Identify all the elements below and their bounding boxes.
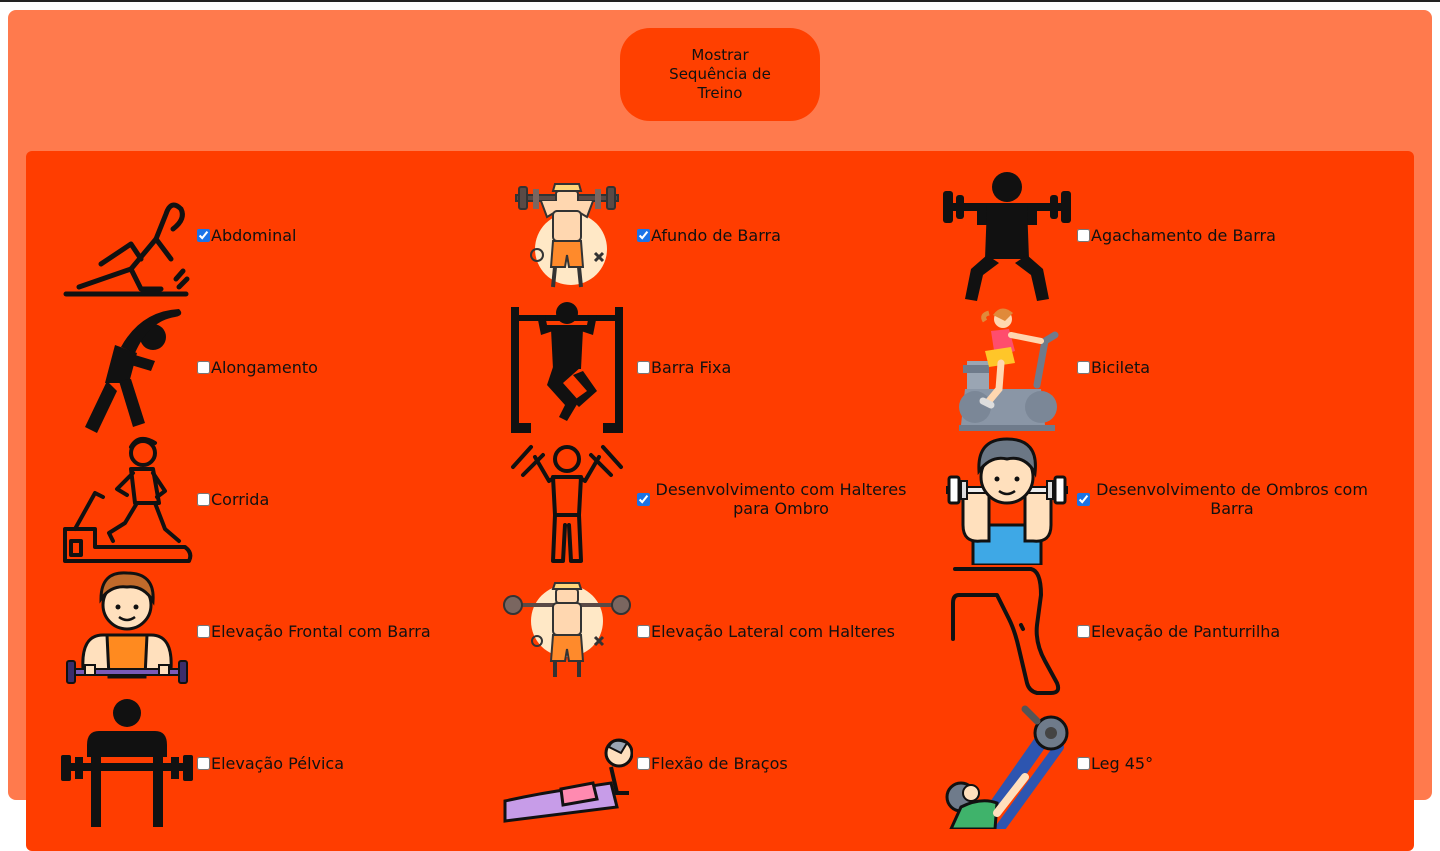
- exercise-item: Elevação Frontal com Barra: [61, 565, 431, 697]
- exercise-item: Afundo de Barra: [501, 169, 781, 301]
- exercise-checkbox[interactable]: [1077, 624, 1090, 638]
- exercise-grid: Abdominal Afundo de Barra Agachamento de…: [26, 151, 1414, 851]
- exercise-checkbox[interactable]: [637, 624, 650, 638]
- top-border: [0, 0, 1440, 2]
- barbell-lunge-icon: [501, 169, 633, 301]
- exercise-label[interactable]: Agachamento de Barra: [1091, 226, 1276, 245]
- exercise-checkbox[interactable]: [637, 228, 650, 242]
- exercise-checkbox[interactable]: [1077, 228, 1090, 242]
- exercise-checkbox[interactable]: [1077, 492, 1090, 506]
- treadmill-icon: [61, 433, 193, 565]
- front-raise-icon: [61, 565, 193, 697]
- exercise-checkbox[interactable]: [197, 360, 210, 374]
- leg-press-icon: [941, 697, 1073, 829]
- exercise-checkbox[interactable]: [1077, 360, 1090, 374]
- exercise-item: Agachamento de Barra: [941, 169, 1276, 301]
- exercise-item: Abdominal: [61, 169, 296, 301]
- exercise-checkbox[interactable]: [637, 756, 650, 770]
- exercise-checkbox[interactable]: [637, 360, 650, 374]
- exercise-label[interactable]: Elevação Pélvica: [211, 754, 344, 773]
- show-workout-sequence-button[interactable]: Mostrar Sequência de Treino: [620, 28, 820, 121]
- push-up-icon: [501, 697, 633, 829]
- exercise-checkbox[interactable]: [197, 228, 210, 242]
- exercise-label[interactable]: Afundo de Barra: [651, 226, 781, 245]
- exercise-item: Elevação Lateral com Halteres: [501, 565, 895, 697]
- lateral-raise-icon: [501, 565, 633, 697]
- exercise-item: Corrida: [61, 433, 269, 565]
- exercise-label[interactable]: Barra Fixa: [651, 358, 731, 377]
- page-container: Mostrar Sequência de Treino Abdominal Af…: [8, 10, 1432, 851]
- exercise-label[interactable]: Abdominal: [211, 226, 296, 245]
- exercise-item: Elevação de Panturrilha: [941, 565, 1280, 697]
- exercise-item: Barra Fixa: [501, 301, 731, 433]
- exercise-checkbox[interactable]: [1077, 756, 1090, 770]
- exercise-label[interactable]: Alongamento: [211, 358, 318, 377]
- exercise-item: Desenvolvimento com Halteres para Ombro: [501, 433, 911, 565]
- dumbbell-press-icon: [501, 433, 633, 565]
- exercise-item: Alongamento: [61, 301, 318, 433]
- exercise-bike-icon: [941, 301, 1073, 433]
- exercise-item: Desenvolvimento de Ombros com Barra: [941, 433, 1373, 565]
- exercise-label[interactable]: Elevação Frontal com Barra: [211, 622, 431, 641]
- exercise-label[interactable]: Flexão de Braços: [651, 754, 788, 773]
- barbell-squat-icon: [941, 169, 1073, 301]
- exercise-item: Leg 45°: [941, 697, 1153, 829]
- exercise-checkbox[interactable]: [637, 492, 650, 506]
- situp-icon: [61, 169, 193, 301]
- exercise-label[interactable]: Elevação Lateral com Halteres: [651, 622, 895, 641]
- pull-up-icon: [501, 301, 633, 433]
- exercise-label[interactable]: Leg 45°: [1091, 754, 1153, 773]
- exercise-item: Bicileta: [941, 301, 1150, 433]
- exercise-label[interactable]: Corrida: [211, 490, 269, 509]
- hip-thrust-icon: [61, 697, 193, 829]
- barbell-shoulder-press-icon: [941, 433, 1073, 565]
- calf-raise-icon: [941, 565, 1073, 697]
- exercise-checkbox[interactable]: [197, 624, 210, 638]
- stretching-icon: [61, 301, 193, 433]
- exercise-label[interactable]: Elevação de Panturrilha: [1091, 622, 1280, 641]
- exercise-label[interactable]: Desenvolvimento de Ombros com Barra: [1091, 480, 1373, 518]
- exercise-label[interactable]: Desenvolvimento com Halteres para Ombro: [651, 480, 911, 518]
- exercise-item: Elevação Pélvica: [61, 697, 344, 829]
- exercise-checkbox[interactable]: [197, 756, 210, 770]
- exercise-item: Flexão de Braços: [501, 697, 788, 829]
- exercise-label[interactable]: Bicileta: [1091, 358, 1150, 377]
- exercise-checkbox[interactable]: [197, 492, 210, 506]
